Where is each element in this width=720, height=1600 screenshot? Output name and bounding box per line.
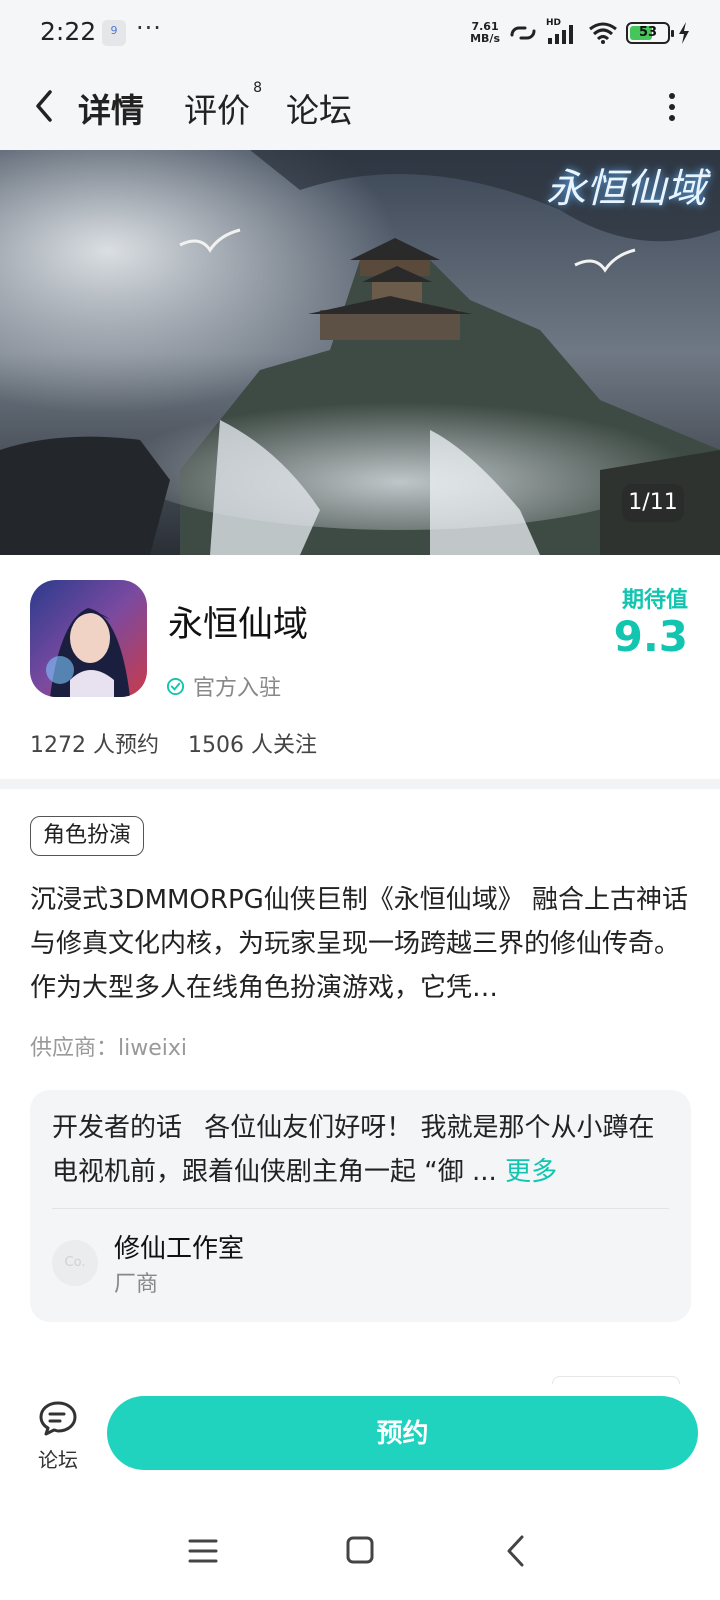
expect-score: 9.3 — [613, 612, 688, 661]
link-icon — [510, 26, 536, 40]
recent-apps-icon[interactable] — [188, 1538, 218, 1564]
carousel-page-indicator: 1/11 — [622, 484, 684, 522]
tab-detail[interactable]: 详情 — [76, 84, 146, 132]
developer-card[interactable]: 开发者的话 各位仙友们好呀！ 我就是那个从小蹲在电视机前，跟着仙侠剧主角一起 “… — [30, 1090, 691, 1322]
supplier-label: 供应商：liweixi — [30, 1036, 187, 1061]
more-vertical-icon[interactable] — [668, 92, 676, 122]
reservation-count: 1272 人预约 — [30, 733, 159, 758]
developer-note-label: 开发者的话 — [52, 1113, 183, 1143]
game-app-icon — [30, 580, 147, 697]
tab-label: 详情 — [78, 91, 144, 130]
tab-forum[interactable]: 论坛 — [286, 84, 352, 132]
back-arrow-icon[interactable] — [28, 86, 62, 126]
review-count-badge: 8 — [253, 80, 262, 96]
section-divider — [0, 779, 720, 789]
network-speed-unit: MB/s — [470, 32, 500, 45]
screenshot-carousel[interactable]: 永恒仙域 1/11 — [0, 150, 720, 555]
status-icons: 7.61 MB/s HD 53 — [470, 18, 690, 48]
top-nav: 详情 评价 8 论坛 — [0, 64, 720, 150]
tab-label: 评价 — [184, 91, 250, 130]
developer-note: 开发者的话 各位仙友们好呀！ 我就是那个从小蹲在电视机前，跟着仙侠剧主角一起 “… — [52, 1106, 664, 1194]
official-badge: 官方入驻 — [166, 670, 281, 702]
system-back-icon[interactable] — [504, 1534, 528, 1568]
verified-check-icon — [166, 677, 185, 695]
tab-label: 论坛 — [286, 91, 352, 130]
next-section-edge — [552, 1376, 680, 1384]
developer-card-divider — [52, 1208, 669, 1209]
game-stats: 1272 人预约 1506 人关注 — [30, 727, 317, 759]
home-icon[interactable] — [346, 1536, 374, 1564]
system-nav-bar — [0, 1500, 720, 1600]
studio-avatar[interactable]: Co. — [52, 1240, 98, 1286]
forum-chat-icon — [39, 1401, 77, 1436]
tab-review[interactable]: 评价 8 — [184, 80, 262, 132]
cell-signal-icon: HD — [546, 18, 580, 46]
forum-label: 论坛 — [38, 1448, 78, 1472]
official-label: 官方入驻 — [193, 676, 282, 701]
battery-icon: 53 — [626, 22, 674, 44]
developer-more-link[interactable]: 更多 — [505, 1157, 557, 1187]
forum-button[interactable]: 论坛 — [30, 1400, 86, 1472]
game-title: 永恒仙域 — [168, 605, 309, 645]
wifi-icon — [589, 22, 617, 44]
studio-role: 厂商 — [114, 1272, 159, 1297]
studio-name[interactable]: 修仙工作室 — [114, 1228, 244, 1265]
battery-level: 53 — [638, 25, 658, 40]
game-description[interactable]: 沉浸式3DMMORPG仙侠巨制《永恒仙域》 融合上古神话与修真文化内核，为玩家呈… — [30, 878, 692, 1010]
status-bar: 2:22 9 ··· 7.61 MB/s HD 53 — [0, 0, 720, 64]
genre-tag[interactable]: 角色扮演 — [30, 816, 145, 856]
follower-count: 1506 人关注 — [187, 733, 317, 758]
notification-app-icon: 9 — [102, 20, 126, 46]
network-speed: 7.61 MB/s — [470, 21, 500, 45]
expect-label: 期待值 — [621, 588, 688, 613]
game-logo: 永恒仙域 — [546, 166, 706, 212]
status-time: 2:22 — [40, 17, 97, 46]
notification-overflow-icon: ··· — [136, 14, 162, 42]
charging-icon — [679, 22, 689, 44]
hd-label: HD — [546, 18, 562, 28]
reserve-button[interactable]: 预约 — [107, 1396, 698, 1470]
